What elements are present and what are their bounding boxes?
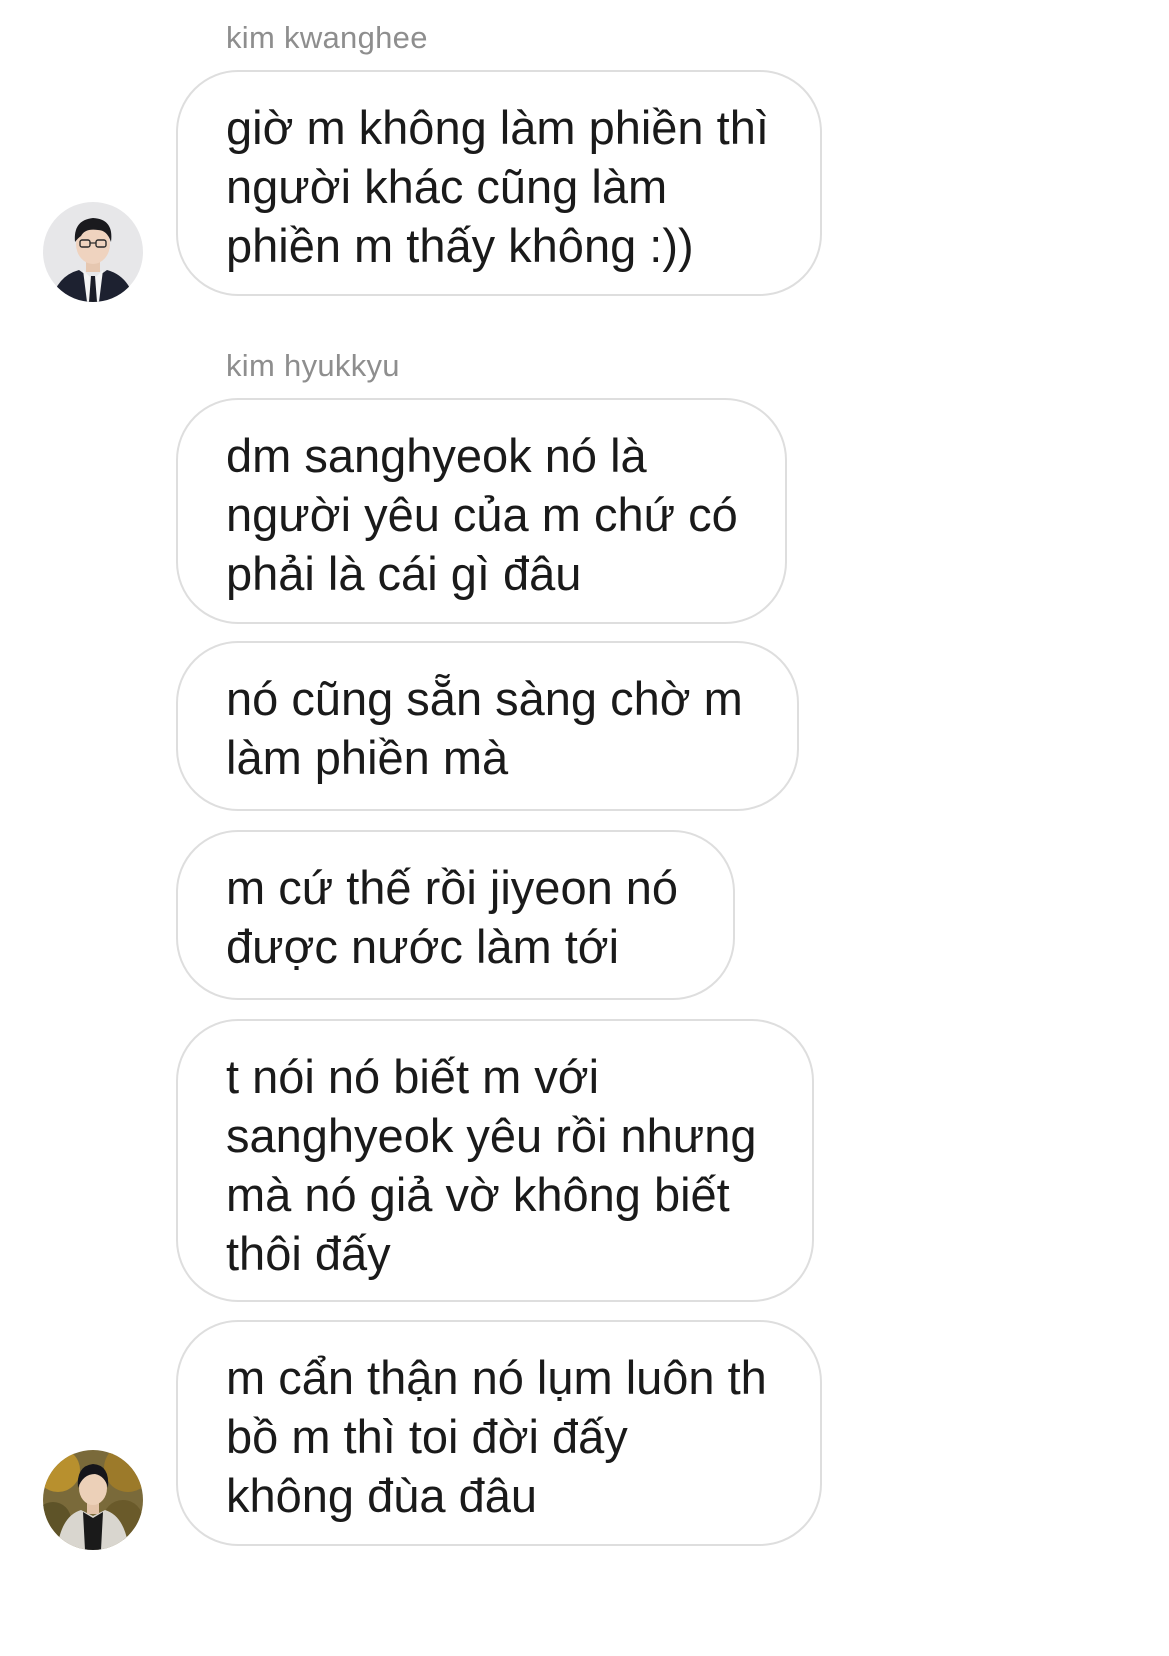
avatar-photo-icon (43, 202, 143, 302)
message-bubble[interactable]: dm sanghyeok nó là người yêu của m chứ c… (176, 398, 787, 624)
message-bubble[interactable]: t nói nó biết m với sanghyeok yêu rồi nh… (176, 1019, 814, 1302)
sender-name-kim-kwanghee: kim kwanghee (226, 20, 428, 55)
message-bubble[interactable]: m cứ thế rồi jiyeon nó được nước làm tới (176, 830, 735, 1000)
message-bubble[interactable]: nó cũng sẵn sàng chờ m làm phiền mà (176, 641, 799, 811)
message-bubble[interactable]: giờ m không làm phiền thì người khác cũn… (176, 70, 822, 296)
avatar[interactable] (43, 202, 143, 302)
avatar-photo-icon (43, 1450, 143, 1550)
sender-name-kim-hyukkyu: kim hyukkyu (226, 348, 400, 383)
message-bubble[interactable]: m cẩn thận nó lụm luôn th bồ m thì toi đ… (176, 1320, 822, 1546)
avatar[interactable] (43, 1450, 143, 1550)
